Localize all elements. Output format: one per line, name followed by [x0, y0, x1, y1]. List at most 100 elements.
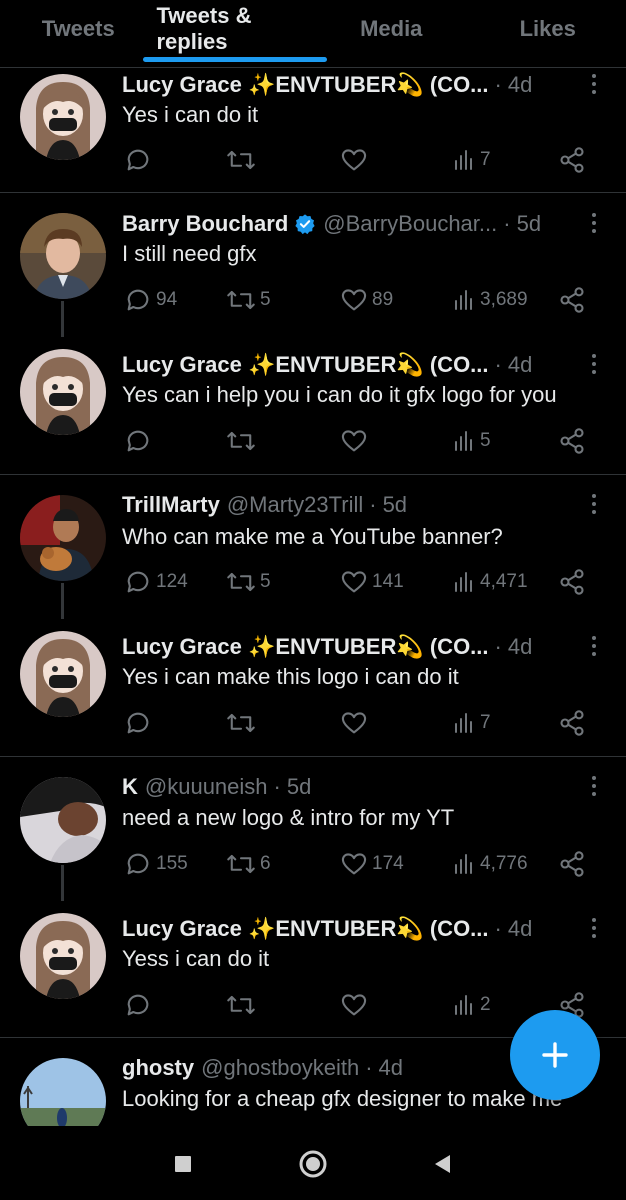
heart-icon: [341, 149, 367, 171]
heart-icon: [341, 994, 367, 1016]
tweet-text: Yes i can do it: [122, 102, 259, 127]
avatar[interactable]: [20, 913, 106, 999]
views-button[interactable]: 5: [452, 424, 491, 458]
reply-button[interactable]: [124, 706, 152, 740]
reply-icon: [127, 853, 149, 875]
display-name[interactable]: K: [122, 774, 138, 800]
tab-media[interactable]: Media: [313, 0, 470, 58]
timestamp[interactable]: 4d: [508, 72, 532, 98]
more-options-icon[interactable]: [582, 352, 606, 376]
user-handle[interactable]: @kuuuneish: [145, 774, 268, 800]
views-button[interactable]: 7: [452, 143, 491, 177]
tweet[interactable]: Barry Bouchard @BarryBouchar... · 5d I s…: [0, 193, 626, 337]
more-options-icon[interactable]: [582, 72, 606, 96]
timestamp[interactable]: 4d: [379, 1055, 403, 1081]
avatar[interactable]: [20, 74, 106, 160]
retweet-icon: [227, 150, 255, 170]
like-button[interactable]: 89: [340, 283, 393, 317]
display-name[interactable]: ghosty: [122, 1055, 194, 1081]
avatar[interactable]: [20, 349, 106, 435]
retweet-button[interactable]: [226, 988, 256, 1022]
display-name[interactable]: Barry Bouchard: [122, 211, 288, 237]
share-button[interactable]: [558, 706, 586, 740]
timestamp[interactable]: 5d: [287, 774, 311, 800]
display-name[interactable]: TrillMarty: [122, 492, 220, 518]
views-button[interactable]: 4,471: [452, 565, 528, 599]
like-button[interactable]: 141: [340, 565, 404, 599]
share-button[interactable]: [558, 424, 586, 458]
more-options-icon[interactable]: [582, 211, 606, 235]
more-options-icon[interactable]: [582, 774, 606, 798]
more-options-icon[interactable]: [582, 916, 606, 940]
timestamp[interactable]: 5d: [383, 492, 407, 518]
retweet-button[interactable]: 5: [226, 565, 271, 599]
reply-button[interactable]: [124, 143, 152, 177]
reply-button[interactable]: [124, 988, 152, 1022]
retweet-button[interactable]: 5: [226, 283, 271, 317]
more-options-icon[interactable]: [582, 492, 606, 516]
like-button[interactable]: [340, 424, 368, 458]
user-handle[interactable]: @Marty23Trill: [227, 492, 363, 518]
views-button[interactable]: 4,776: [452, 847, 528, 881]
avatar[interactable]: [20, 495, 106, 581]
timestamp[interactable]: 4d: [508, 352, 532, 378]
timestamp[interactable]: 4d: [508, 634, 532, 660]
views-count: 7: [480, 712, 491, 733]
separator-dot: ·: [365, 1055, 373, 1080]
reply-icon: [127, 289, 149, 311]
share-button[interactable]: [558, 143, 586, 177]
share-button[interactable]: [558, 847, 586, 881]
compose-button[interactable]: [510, 1010, 600, 1100]
thread-line: [61, 301, 64, 337]
tweet-feed[interactable]: Lucy Grace ✨ENVTUBER💫 (CO... · 4d Yes i …: [0, 68, 626, 1126]
tweet[interactable]: TrillMarty @Marty23Trill · 5d Who can ma…: [0, 475, 626, 619]
user-handle[interactable]: @ghostboykeith: [201, 1055, 359, 1081]
avatar[interactable]: [20, 631, 106, 717]
views-button[interactable]: 2: [452, 988, 491, 1022]
more-options-icon[interactable]: [582, 634, 606, 658]
like-button[interactable]: [340, 143, 368, 177]
retweet-button[interactable]: [226, 424, 256, 458]
like-button[interactable]: [340, 988, 368, 1022]
tweet[interactable]: K @kuuuneish · 5d need a new logo & intr…: [0, 757, 626, 901]
display-name[interactable]: Lucy Grace ✨ENVTUBER💫 (CO...: [122, 352, 489, 378]
tab-likes[interactable]: Likes: [470, 0, 626, 58]
display-name[interactable]: Lucy Grace ✨ENVTUBER💫 (CO...: [122, 634, 489, 660]
share-button[interactable]: [558, 283, 586, 317]
user-handle[interactable]: @BarryBouchar...: [323, 211, 497, 237]
retweet-button[interactable]: 6: [226, 847, 271, 881]
reply-button[interactable]: 94: [124, 283, 177, 317]
home-button[interactable]: [293, 1144, 333, 1184]
views-button[interactable]: 7: [452, 706, 491, 740]
views-button[interactable]: 3,689: [452, 283, 528, 317]
tweet[interactable]: Lucy Grace ✨ENVTUBER💫 (CO... · 4d Yes i …: [0, 615, 626, 757]
separator-dot: ·: [273, 774, 281, 799]
retweet-button[interactable]: [226, 143, 256, 177]
retweet-button[interactable]: [226, 706, 256, 740]
display-name[interactable]: Lucy Grace ✨ENVTUBER💫 (CO...: [122, 72, 489, 98]
views-icon: [455, 995, 472, 1015]
tab-tweets[interactable]: Tweets: [0, 0, 157, 58]
avatar[interactable]: [20, 1058, 106, 1126]
views-icon: [455, 431, 472, 451]
retweet-icon: [227, 290, 255, 310]
reply-button[interactable]: 155: [124, 847, 188, 881]
share-icon: [560, 851, 584, 877]
tweet[interactable]: Lucy Grace ✨ENVTUBER💫 (CO... · 4d Yes ca…: [0, 333, 626, 475]
timestamp[interactable]: 5d: [517, 211, 541, 237]
timestamp[interactable]: 4d: [508, 916, 532, 942]
tab-tweets-replies[interactable]: Tweets & replies: [157, 0, 314, 58]
display-name[interactable]: Lucy Grace ✨ENVTUBER💫 (CO...: [122, 916, 489, 942]
avatar[interactable]: [20, 213, 106, 299]
tweet[interactable]: Lucy Grace ✨ENVTUBER💫 (CO... · 4d Yes i …: [0, 68, 626, 193]
reply-button[interactable]: 124: [124, 565, 188, 599]
share-button[interactable]: [558, 565, 586, 599]
recents-button[interactable]: [163, 1144, 203, 1184]
reply-icon: [127, 571, 149, 593]
like-button[interactable]: [340, 706, 368, 740]
reply-button[interactable]: [124, 424, 152, 458]
avatar[interactable]: [20, 777, 106, 863]
tweet-text: Yes i can make this logo i can do it: [122, 664, 459, 689]
back-button[interactable]: [423, 1144, 463, 1184]
like-button[interactable]: 174: [340, 847, 404, 881]
